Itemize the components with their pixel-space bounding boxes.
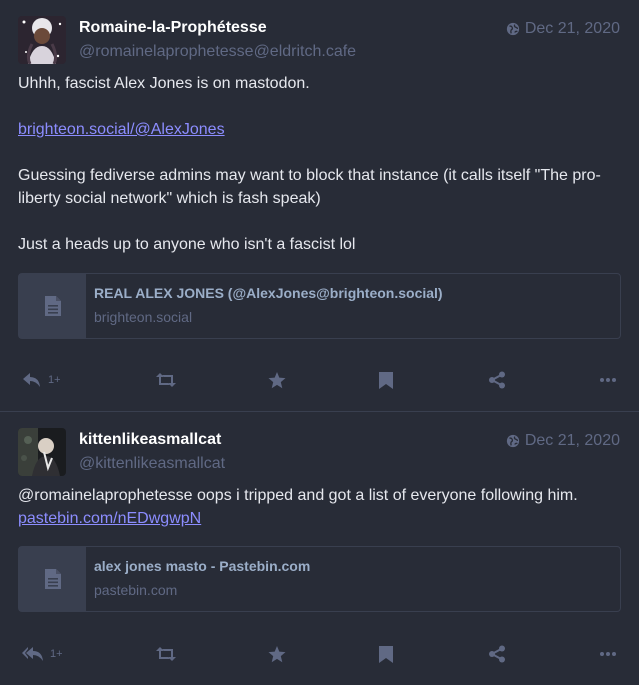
boost-button[interactable] — [156, 372, 176, 388]
status-content: Uhhh, fascist Alex Jones is on mastodon.… — [18, 72, 621, 256]
card-host: brighteon.social — [94, 309, 193, 325]
status-link[interactable]: brighteon.social/@AlexJones — [18, 121, 225, 138]
timestamp[interactable]: Dec 21, 2020 — [506, 20, 620, 38]
share-button[interactable] — [488, 371, 506, 389]
more-button[interactable] — [599, 651, 617, 657]
status-paragraph: Guessing fediverse admins may want to bl… — [18, 167, 601, 207]
avatar[interactable] — [18, 428, 66, 476]
status-text: @romainelaprophetesse oops i tripped and… — [18, 487, 578, 504]
share-icon — [489, 645, 505, 663]
favourite-button[interactable] — [268, 371, 286, 389]
more-button[interactable] — [599, 377, 617, 383]
share-icon — [489, 371, 505, 389]
action-bar: 1+ — [18, 368, 621, 392]
action-bar: 1+ — [18, 642, 621, 666]
bookmark-button[interactable] — [379, 371, 393, 389]
card-host: pastebin.com — [94, 582, 178, 598]
reply-all-icon — [22, 647, 43, 661]
card-thumbnail — [19, 547, 86, 611]
file-icon — [44, 569, 61, 589]
card-title: alex jones masto - Pastebin.com — [94, 558, 311, 574]
star-icon — [268, 371, 286, 388]
favourite-button[interactable] — [268, 645, 286, 663]
display-name[interactable]: kittenlikeasmallcat — [79, 430, 225, 450]
bookmark-button[interactable] — [379, 645, 393, 663]
reply-icon — [23, 373, 40, 387]
timestamp-text: Dec 21, 2020 — [524, 20, 620, 37]
file-icon — [44, 296, 61, 316]
timestamp-text: Dec 21, 2020 — [524, 432, 620, 449]
boost-button[interactable] — [156, 646, 176, 662]
display-name[interactable]: Romaine-la-Prophétesse — [79, 18, 356, 38]
account-handle[interactable]: @kittenlikeasmallcat — [79, 453, 225, 475]
status-post[interactable]: kittenlikeasmallcat @kittenlikeasmallcat… — [0, 411, 639, 685]
star-icon — [268, 645, 286, 662]
account-handle[interactable]: @romainelaprophetesse@eldritch.cafe — [79, 41, 356, 63]
globe-icon — [506, 22, 519, 36]
reply-count: 1+ — [50, 648, 63, 660]
timestamp[interactable]: Dec 21, 2020 — [506, 432, 620, 450]
bookmark-icon — [379, 645, 393, 663]
bookmark-icon — [379, 371, 393, 389]
card-title: REAL ALEX JONES (@AlexJones@brighteon.so… — [94, 285, 443, 301]
status-link[interactable]: pastebin.com/nEDwgwpN — [18, 510, 201, 527]
share-button[interactable] — [488, 645, 506, 663]
reply-count: 1+ — [48, 374, 61, 386]
ellipsis-icon — [600, 378, 616, 382]
reply-all-button[interactable]: 1+ — [22, 646, 63, 662]
status-post[interactable]: Romaine-la-Prophétesse @romainelaprophet… — [0, 0, 639, 411]
status-header: kittenlikeasmallcat @kittenlikeasmallcat… — [18, 428, 621, 484]
reply-button[interactable]: 1+ — [22, 372, 61, 388]
globe-icon — [506, 434, 519, 448]
ellipsis-icon — [600, 652, 616, 656]
status-content: @romainelaprophetesse oops i tripped and… — [18, 484, 621, 530]
boost-icon — [156, 373, 176, 387]
status-paragraph: Just a heads up to anyone who isn't a fa… — [18, 236, 356, 253]
status-paragraph: Uhhh, fascist Alex Jones is on mastodon. — [18, 75, 310, 92]
link-preview-card[interactable]: alex jones masto - Pastebin.com pastebin… — [18, 546, 621, 612]
link-preview-card[interactable]: REAL ALEX JONES (@AlexJones@brighteon.so… — [18, 273, 621, 339]
card-thumbnail — [19, 274, 86, 338]
status-header: Romaine-la-Prophétesse @romainelaprophet… — [18, 16, 621, 72]
boost-icon — [156, 647, 176, 661]
avatar[interactable] — [18, 16, 66, 64]
